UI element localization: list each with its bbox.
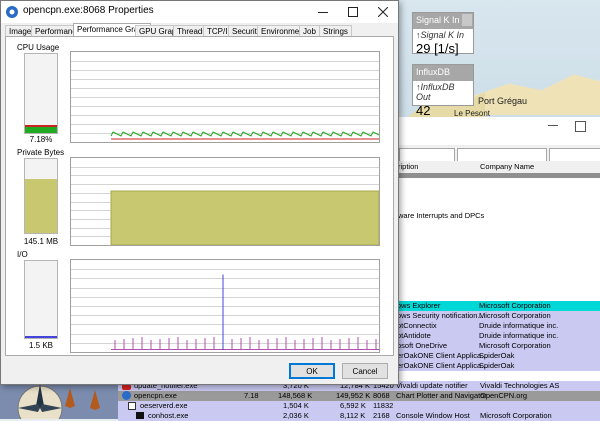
app-icon — [6, 6, 18, 18]
process-description: otAntidote — [397, 331, 431, 340]
process-pid: 8068 — [373, 391, 390, 400]
instrument-label: ↑InfluxDB Out — [416, 82, 455, 102]
instrument-header: InfluxDB — [413, 65, 473, 81]
process-row[interactable]: conhost.exe 2,036 K 8,112 K 2168 Console… — [118, 411, 600, 421]
process-private-bytes: 1,504 K — [283, 401, 309, 410]
opencpn-icon — [122, 391, 131, 400]
private-bytes-series — [110, 190, 379, 245]
process-description: Vivaldi update notifier — [396, 381, 468, 390]
process-explorer-titlebar — [393, 117, 600, 145]
process-row[interactable]: ows Explorer Microsoft Corporation — [392, 301, 600, 311]
process-description: Chart Plotter and Navigator — [396, 391, 487, 400]
process-description: otConnectix — [397, 321, 437, 330]
io-value: 1.5 KB — [28, 341, 53, 350]
private-bytes-meter — [24, 158, 58, 234]
ok-button[interactable]: OK — [289, 363, 335, 379]
column-header-company[interactable]: Company Name — [480, 162, 534, 171]
process-working-set: 8,112 K — [340, 411, 366, 420]
console-icon — [136, 412, 144, 419]
private-bytes-graph — [70, 157, 380, 246]
maximize-icon — [348, 7, 358, 17]
process-row[interactable]: opencpn.exe 7.18 148,568 K 149,952 K 806… — [118, 391, 600, 401]
minimize-icon — [318, 11, 328, 13]
process-working-set: 149,952 K — [336, 391, 371, 400]
graph-canvas — [71, 269, 379, 350]
toolbar-graph[interactable] — [549, 148, 600, 162]
graph-canvas — [71, 61, 379, 140]
io-meter — [24, 260, 58, 339]
instrument-value: 42 — [416, 103, 431, 118]
maximize-button[interactable] — [338, 1, 368, 23]
process-cpu: 7.18 — [244, 391, 259, 400]
process-description: ows Security notification... — [397, 311, 484, 320]
process-company: SpiderOak — [479, 351, 515, 360]
process-company: Druide informatique inc. — [479, 331, 559, 340]
private-bytes-label: Private Bytes — [17, 148, 65, 157]
io-label: I/O — [17, 250, 28, 259]
process-company: SpiderOak — [479, 361, 515, 370]
process-explorer-window[interactable]: ription Company Name ware Interrupts and… — [392, 117, 600, 419]
process-row[interactable]: oeserverd.exe 1,504 K 6,592 K 11832 — [118, 401, 600, 411]
tab-strip: Image Performance Performance Graph GPU … — [5, 23, 397, 38]
process-row[interactable]: ows Security notification... Microsoft C… — [392, 311, 600, 321]
process-company: Microsoft Corporation — [480, 411, 552, 420]
process-name: conhost.exe — [148, 411, 189, 420]
instrument-value: 29 [1/s] — [416, 41, 459, 56]
instrument-scroll — [462, 14, 472, 26]
server-icon — [128, 402, 136, 410]
process-description: Console Window Host — [396, 411, 470, 420]
map-place-label: Port Grégau — [478, 96, 528, 106]
toolbar-graph[interactable] — [399, 148, 455, 162]
dialog-titlebar[interactable]: opencpn.exe:8068 Properties — [1, 1, 398, 23]
io-meter-fill — [25, 336, 57, 338]
process-description: ows Explorer — [397, 301, 441, 310]
process-company: OpenCPN.org — [480, 391, 528, 400]
process-name: oeserverd.exe — [140, 401, 188, 410]
properties-dialog[interactable]: opencpn.exe:8068 Properties Image Perfor… — [0, 0, 399, 385]
private-bytes-value: 145.1 MB — [23, 237, 59, 246]
process-description: erOakONE Client Applica... — [397, 361, 488, 370]
process-row[interactable]: erOakONE Client Applica... SpiderOak — [392, 361, 600, 371]
process-company: Microsoft Corporation — [479, 341, 551, 350]
private-bytes-meter-fill — [25, 178, 57, 233]
process-company: Microsoft Corporation — [479, 311, 551, 320]
process-row[interactable]: otConnectix Druide informatique inc. — [392, 321, 600, 331]
process-name: opencpn.exe — [134, 391, 177, 400]
process-working-set: 6,592 K — [340, 401, 366, 410]
process-row[interactable]: osoft OneDrive Microsoft Corporation — [392, 341, 600, 351]
process-company: Microsoft Corporation — [479, 301, 551, 310]
graph-canvas — [71, 167, 379, 245]
process-private-bytes: 2,036 K — [283, 411, 309, 420]
dialog-title: opencpn.exe:8068 Properties — [23, 5, 154, 16]
cpu-usage-graph — [70, 51, 380, 143]
instrument-label: ↑Signal K In — [416, 30, 465, 40]
close-icon — [378, 7, 388, 17]
process-row[interactable]: erOakONE Client Applica... SpiderOak — [392, 351, 600, 361]
cpu-usage-meter-fill — [25, 125, 57, 133]
process-private-bytes: 148,568 K — [278, 391, 313, 400]
process-pid: 11832 — [373, 401, 394, 410]
process-description: erOakONE Client Applica... — [397, 351, 488, 360]
performance-graph-panel: CPU Usage 7.18% Private Bytes 145.1 MB I… — [5, 36, 394, 356]
selected-process-row[interactable] — [393, 173, 600, 178]
cancel-button[interactable]: Cancel — [342, 363, 388, 379]
process-description: osoft OneDrive — [397, 341, 448, 350]
cpu-usage-value: 7.18% — [29, 135, 53, 144]
minimize-button[interactable] — [308, 1, 338, 23]
process-row[interactable]: otAntidote Druide informatique inc. — [392, 331, 600, 341]
process-pid: 2168 — [373, 411, 390, 420]
influxdb-instrument[interactable]: InfluxDB ↑InfluxDB Out 42 — [412, 64, 474, 118]
column-header-description[interactable]: ription — [398, 162, 418, 171]
maximize-icon[interactable] — [575, 121, 586, 132]
process-company: Vivaldi Technologies AS — [480, 381, 560, 390]
cpu-usage-label: CPU Usage — [17, 43, 60, 52]
minimize-icon[interactable] — [548, 125, 558, 126]
cpu-usage-meter — [24, 53, 58, 134]
io-graph — [70, 259, 380, 353]
process-description: ware Interrupts and DPCs — [398, 211, 485, 220]
close-button[interactable] — [368, 1, 398, 23]
toolbar-graph[interactable] — [457, 148, 547, 162]
process-company: Druide informatique inc. — [479, 321, 559, 330]
